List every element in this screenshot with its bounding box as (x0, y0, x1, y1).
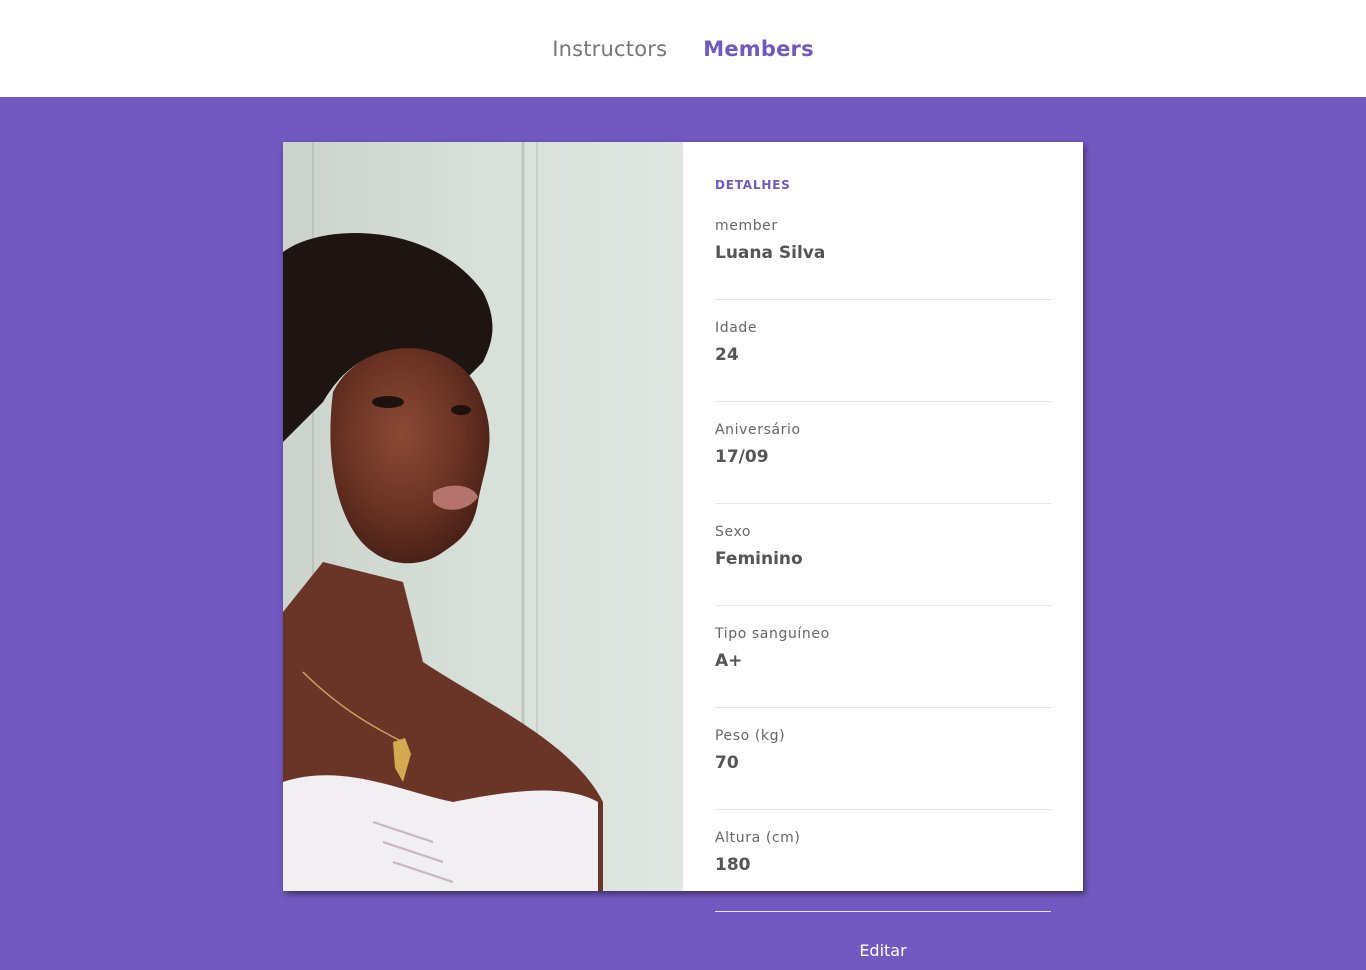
field-label: Idade (715, 320, 758, 336)
field-label: Sexo (715, 524, 752, 540)
field-label: member (715, 218, 778, 234)
field-value: 24 (715, 345, 739, 365)
member-photo (283, 142, 683, 891)
details-title: Detalhes (715, 178, 791, 192)
top-nav: Instructors Members (0, 0, 1366, 97)
field-tipo-sanguineo: Tipo sanguíneo A+ (715, 624, 1051, 708)
field-value: 180 (715, 855, 751, 875)
field-label: Aniversário (715, 422, 801, 438)
field-value: Luana Silva (715, 243, 826, 263)
nav-link-instructors[interactable]: Instructors (552, 37, 667, 61)
edit-button[interactable]: Editar (715, 930, 1051, 970)
field-altura: Altura (cm) 180 (715, 828, 1051, 912)
field-idade: Idade 24 (715, 318, 1051, 402)
field-aniversario: Aniversário 17/09 (715, 420, 1051, 504)
nav-link-members[interactable]: Members (703, 37, 814, 61)
member-card: Detalhes member Luana Silva Idade 24 Ani… (283, 142, 1083, 970)
field-label: Altura (cm) (715, 830, 801, 846)
field-sexo: Sexo Feminino (715, 522, 1051, 606)
field-member: member Luana Silva (715, 216, 1051, 300)
field-peso: Peso (kg) 70 (715, 726, 1051, 810)
field-value: A+ (715, 651, 743, 671)
details-panel: Detalhes member Luana Silva Idade 24 Ani… (683, 142, 1083, 970)
field-label: Tipo sanguíneo (715, 626, 830, 642)
field-label: Peso (kg) (715, 728, 786, 744)
field-value: 17/09 (715, 447, 769, 467)
field-value: Feminino (715, 549, 803, 569)
field-value: 70 (715, 753, 739, 773)
